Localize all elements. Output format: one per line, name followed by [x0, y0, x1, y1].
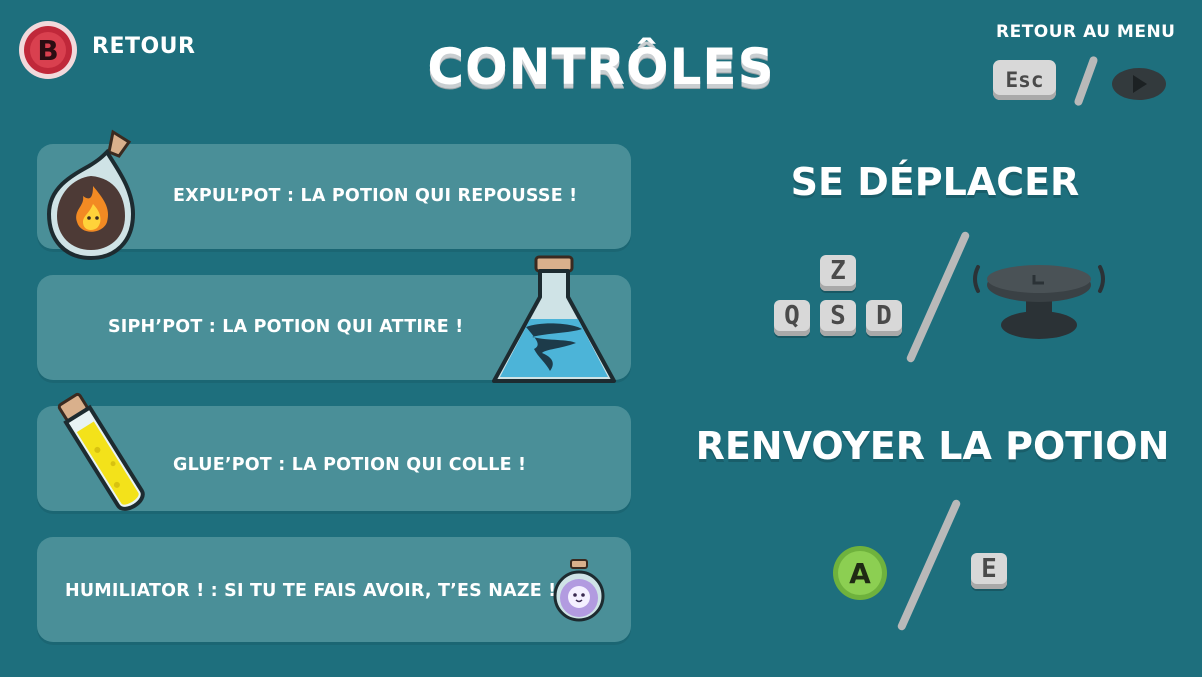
move-title: SE DÉPLACER: [790, 160, 1080, 204]
key-z: Z: [820, 255, 856, 291]
throw-divider: [896, 498, 962, 632]
potion-label-expulpot: EXPUL’POT : LA POTION QUI REPOUSSE !: [173, 186, 578, 206]
key-q: Q: [774, 300, 810, 336]
esc-key[interactable]: Esc: [993, 60, 1056, 100]
joystick-icon: [973, 265, 1105, 339]
key-s: S: [820, 300, 856, 336]
key-d: D: [866, 300, 902, 336]
a-button-icon: A: [833, 546, 887, 600]
throw-title: RENVOYER LA POTION: [695, 424, 1170, 468]
esc-key-label: Esc: [1005, 68, 1044, 92]
svg-text:A: A: [849, 557, 871, 590]
start-button-icon[interactable]: [1111, 66, 1167, 102]
menu-label[interactable]: RETOUR AU MENU: [996, 22, 1175, 42]
move-divider: [905, 230, 971, 364]
potion-label-siphpot: SIPH’POT : LA POTION QUI ATTIRE !: [108, 317, 464, 337]
glue-tube-icon: [57, 392, 145, 511]
potion-label-humiliator: HUMILIATOR ! : SI TU TE FAIS AVOIR, T’ES…: [65, 581, 557, 601]
ghost-potion-icon: [553, 559, 605, 622]
tornado-flask-icon: [492, 255, 616, 383]
key-e: E: [971, 553, 1007, 589]
potion-label-gluepot: GLUE’POT : LA POTION QUI COLLE !: [173, 455, 527, 475]
fire-potion-icon: [46, 129, 136, 261]
